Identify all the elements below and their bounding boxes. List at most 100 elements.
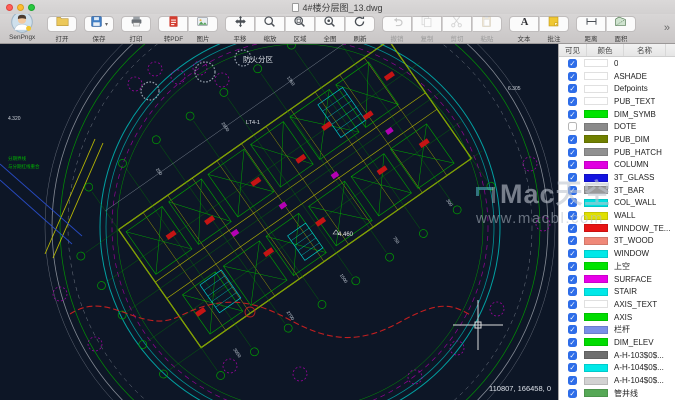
layer-color-swatch[interactable] (584, 198, 608, 207)
layer-visible-checkbox[interactable]: ✓ (568, 388, 577, 398)
layer-color-swatch[interactable] (584, 97, 608, 106)
layer-color-swatch[interactable] (584, 148, 608, 157)
layer-visible-checkbox[interactable]: ✓ (568, 160, 577, 170)
layer-color-swatch[interactable] (584, 186, 608, 195)
layer-visible-checkbox[interactable] (568, 122, 577, 132)
layer-row[interactable]: ✓ A-H-103$0$... (559, 349, 675, 362)
layer-color-swatch[interactable] (584, 300, 608, 309)
measure-button-area[interactable]: 面积 (605, 16, 636, 44)
column-header-name[interactable]: 名称 (624, 44, 666, 56)
layer-visible-checkbox[interactable]: ✓ (568, 350, 577, 360)
layer-row[interactable]: ✓ COL_WALL (559, 197, 675, 210)
layer-visible-checkbox[interactable]: ✓ (568, 312, 577, 322)
export-button-pdf[interactable]: 转PDF (158, 16, 188, 44)
layer-color-swatch[interactable] (584, 363, 608, 372)
toolbar-overflow-button[interactable]: » (664, 22, 670, 34)
layer-color-swatch[interactable] (584, 236, 608, 245)
measure-button-ruler[interactable]: 距离 (576, 16, 606, 44)
layer-color-swatch[interactable] (584, 275, 608, 284)
layer-visible-checkbox[interactable]: ✓ (568, 223, 577, 233)
layer-color-swatch[interactable] (584, 376, 608, 385)
layer-color-swatch[interactable] (584, 84, 608, 93)
layer-row[interactable]: ✓ Defpoints (559, 82, 675, 95)
view-button-zoom[interactable]: 缩放 (254, 16, 285, 44)
layer-row[interactable]: DOTE (559, 120, 675, 133)
layer-row[interactable]: ✓ PUB_DIM (559, 133, 675, 146)
layer-row[interactable]: ✓ PUB_HATCH (559, 146, 675, 159)
layer-row[interactable]: ✓ STAIR (559, 285, 675, 298)
layer-visible-checkbox[interactable]: ✓ (568, 109, 577, 119)
layer-color-swatch[interactable] (584, 287, 608, 296)
layer-visible-checkbox[interactable]: ✓ (568, 198, 577, 208)
layer-color-swatch[interactable] (584, 351, 608, 360)
layer-row[interactable]: ✓ ASHADE (559, 70, 675, 83)
layer-row[interactable]: ✓ PUB_TEXT (559, 95, 675, 108)
layer-visible-checkbox[interactable]: ✓ (568, 261, 577, 271)
layer-color-swatch[interactable] (584, 211, 608, 220)
open-button-folder-open[interactable]: 打开 (47, 16, 77, 44)
layer-visible-checkbox[interactable]: ✓ (568, 84, 577, 94)
layer-row[interactable]: ✓ 栏杆 (559, 323, 675, 336)
edit-button-copy[interactable]: 复制 (411, 16, 442, 44)
annotate-button-text[interactable]: A 文本 (509, 16, 539, 44)
layer-row[interactable]: ✓ A-H-104$0$... (559, 362, 675, 375)
layer-color-swatch[interactable] (584, 110, 608, 119)
view-button-refresh[interactable]: 刷新 (344, 16, 375, 44)
layer-row[interactable]: ✓ AXIS_TEXT (559, 298, 675, 311)
layer-visible-checkbox[interactable]: ✓ (568, 325, 577, 335)
layer-color-swatch[interactable] (584, 72, 608, 81)
edit-button-cut[interactable]: 剪切 (441, 16, 472, 44)
layer-row[interactable]: ✓ 3T_WOOD (559, 235, 675, 248)
annotate-button-note[interactable]: 批注 (538, 16, 569, 44)
layer-row[interactable]: ✓ WALL (559, 209, 675, 222)
print-button-printer[interactable]: 打印 (121, 16, 151, 44)
chevron-down-icon[interactable]: ▾ (105, 21, 108, 28)
layer-visible-checkbox[interactable]: ✓ (568, 299, 577, 309)
edit-button-undo[interactable]: 撤销 (382, 16, 412, 44)
layer-color-swatch[interactable] (584, 313, 608, 322)
layer-color-swatch[interactable] (584, 59, 608, 68)
layer-color-swatch[interactable] (584, 389, 608, 398)
layer-color-swatch[interactable] (584, 325, 608, 334)
layer-row[interactable]: ✓ DIM_SYMB (559, 108, 675, 121)
layer-visible-checkbox[interactable]: ✓ (568, 173, 577, 183)
view-button-zoom-area[interactable]: 区域 (284, 16, 315, 44)
edit-button-paste[interactable]: 粘贴 (471, 15, 502, 44)
export-button-image[interactable]: 图片 (187, 16, 218, 44)
layer-color-swatch[interactable] (584, 224, 608, 233)
layer-row[interactable]: ✓ 3T_BAR (559, 184, 675, 197)
layer-color-swatch[interactable] (584, 122, 608, 131)
layer-visible-checkbox[interactable]: ✓ (568, 185, 577, 195)
layer-row[interactable]: ✓ DIM_ELEV (559, 336, 675, 349)
layer-row[interactable]: ✓ COLUMN (559, 159, 675, 172)
save-button-save[interactable]: ▾ 保存 (84, 16, 114, 44)
view-button-zoom-fit[interactable]: 全图 (314, 16, 345, 44)
drawing-canvas[interactable]: 3050 2700 1500 750 300 250 2600 1350 防火分区 LT4-1 4.… (0, 44, 558, 400)
layer-row[interactable]: ✓ 上空 (559, 260, 675, 273)
layer-visible-checkbox[interactable]: ✓ (568, 147, 577, 157)
layer-color-swatch[interactable] (584, 173, 608, 182)
layer-visible-checkbox[interactable]: ✓ (568, 249, 577, 259)
layer-color-swatch[interactable] (584, 249, 608, 258)
layer-row[interactable]: ✓ A-H-104$0$... (559, 374, 675, 387)
layer-color-swatch[interactable] (584, 338, 608, 347)
column-header-visible[interactable]: 可见 (559, 44, 587, 56)
view-button-pan[interactable]: 平移 (225, 15, 255, 44)
column-header-color[interactable]: 颜色 (587, 44, 624, 56)
cad-drawing[interactable]: 30502700150075030025026001350防火分区LT4-14.… (0, 44, 558, 400)
layer-row[interactable]: ✓ 3T_GLASS (559, 171, 675, 184)
layer-visible-checkbox[interactable]: ✓ (568, 236, 577, 246)
layer-color-swatch[interactable] (584, 135, 608, 144)
layer-row[interactable]: ✓ 0 (559, 57, 675, 70)
layer-visible-checkbox[interactable]: ✓ (568, 211, 577, 221)
layer-row[interactable]: ✓ WINDOW_TE... (559, 222, 675, 235)
layer-visible-checkbox[interactable]: ✓ (568, 287, 577, 297)
layer-visible-checkbox[interactable]: ✓ (568, 134, 577, 144)
layer-row[interactable]: ✓ AXIS (559, 311, 675, 324)
layer-row[interactable]: ✓ 管井线 (559, 387, 675, 400)
user-avatar-button[interactable]: SenPngx (4, 10, 40, 41)
layer-row[interactable]: ✓ WINDOW (559, 247, 675, 260)
layer-visible-checkbox[interactable]: ✓ (568, 337, 577, 347)
layer-visible-checkbox[interactable]: ✓ (568, 376, 577, 386)
layer-color-swatch[interactable] (584, 160, 608, 169)
